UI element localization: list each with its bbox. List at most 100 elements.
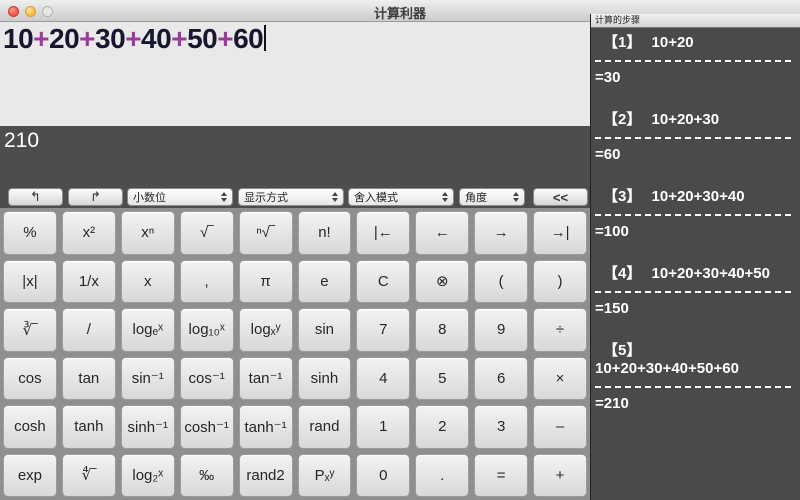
step-result: =210 [595, 395, 794, 413]
keypad-button[interactable]: sinh [298, 357, 352, 401]
keypad-button[interactable]: 7 [356, 308, 410, 352]
keypad-button[interactable]: 2 [415, 405, 469, 449]
keypad-button[interactable]: tanh [62, 405, 116, 449]
step-expression: 【5】 10+20+30+40+50+60 [595, 342, 794, 378]
keypad-button[interactable]: tanh⁻¹ [239, 405, 293, 449]
keypad-button[interactable]: e [298, 260, 352, 304]
expression-operator: + [125, 23, 141, 54]
keypad-button[interactable]: ( [474, 260, 528, 304]
popup-stepper-icon [221, 192, 227, 202]
redo-button[interactable]: ↱ [68, 188, 123, 206]
angle-unit-popup[interactable]: 角度 [459, 188, 525, 206]
step-item: 【1】 10+20=30 [595, 34, 794, 87]
keypad-button[interactable]: cos⁻¹ [180, 357, 234, 401]
rounding-mode-popup[interactable]: 舍入模式 [348, 188, 454, 206]
keypad-button[interactable]: – [533, 405, 587, 449]
keypad-button[interactable]: log₁₀ˣ [180, 308, 234, 352]
keypad-button[interactable]: 9 [474, 308, 528, 352]
collapse-drawer-button[interactable]: << [533, 188, 588, 206]
keypad-button[interactable]: x [121, 260, 175, 304]
keypad-button[interactable]: , [180, 260, 234, 304]
keypad-button[interactable]: 1/x [62, 260, 116, 304]
keypad-button[interactable]: 8 [415, 308, 469, 352]
keypad-button[interactable]: = [474, 454, 528, 498]
keypad-button[interactable]: cosh⁻¹ [180, 405, 234, 449]
decimal-places-popup[interactable]: 小数位 [127, 188, 233, 206]
keypad-button[interactable]: tan [62, 357, 116, 401]
expression-number: 50 [187, 23, 217, 54]
expression-operator: + [33, 23, 49, 54]
step-expression-text: 10+20 [652, 34, 694, 51]
keypad-button[interactable]: logₑˣ [121, 308, 175, 352]
keypad-button[interactable]: log₂ˣ [121, 454, 175, 498]
keypad-button[interactable]: C [356, 260, 410, 304]
step-index: 【1】 [603, 34, 641, 51]
steps-panel-title: 计算的步骤 [591, 14, 800, 28]
keypad-button[interactable]: ← [415, 211, 469, 255]
step-result: =60 [595, 146, 794, 164]
keypad-button[interactable]: . [415, 454, 469, 498]
keypad-button[interactable]: xⁿ [121, 211, 175, 255]
keypad-button[interactable]: √‾ [180, 211, 234, 255]
display-mode-popup[interactable]: 显示方式 [238, 188, 344, 206]
keypad-button[interactable]: → [474, 211, 528, 255]
keypad-button[interactable]: cos [3, 357, 57, 401]
keypad-button[interactable]: ⊗ [415, 260, 469, 304]
step-expression: 【2】 10+20+30 [595, 111, 794, 129]
keypad-button[interactable]: ∛‾ [3, 308, 57, 352]
keypad-button[interactable]: x² [62, 211, 116, 255]
keypad-button[interactable]: π [239, 260, 293, 304]
keypad-button[interactable]: sin⁻¹ [121, 357, 175, 401]
keypad-button[interactable]: Pₓʸ [298, 454, 352, 498]
step-expression: 【3】 10+20+30+40 [595, 188, 794, 206]
keypad-button[interactable]: 3 [474, 405, 528, 449]
keypad-button[interactable]: 1 [356, 405, 410, 449]
step-separator [595, 60, 791, 62]
keypad-button[interactable]: ∜‾ [62, 454, 116, 498]
expression-number: 40 [141, 23, 171, 54]
text-cursor [264, 25, 266, 51]
keypad-button[interactable]: sin [298, 308, 352, 352]
keypad-button[interactable]: 0 [356, 454, 410, 498]
expression-operator: + [217, 23, 233, 54]
keypad-button[interactable]: n! [298, 211, 352, 255]
popup-stepper-icon [442, 192, 448, 202]
popup-stepper-icon [332, 192, 338, 202]
step-index: 【2】 [603, 111, 641, 128]
keypad-button[interactable]: ⁿ√‾ [239, 211, 293, 255]
keypad-button[interactable]: rand2 [239, 454, 293, 498]
keypad-button[interactable]: rand [298, 405, 352, 449]
keypad-button[interactable]: logₓʸ [239, 308, 293, 352]
keypad-button[interactable]: |← [356, 211, 410, 255]
keypad-button[interactable]: ) [533, 260, 587, 304]
keypad-button[interactable]: ‰ [180, 454, 234, 498]
undo-button[interactable]: ↰ [8, 188, 63, 206]
keypad-button[interactable]: 4 [356, 357, 410, 401]
keypad-button[interactable]: |x| [3, 260, 57, 304]
keypad-button[interactable]: tan⁻¹ [239, 357, 293, 401]
keypad-button[interactable]: 5 [415, 357, 469, 401]
step-item: 【3】 10+20+30+40=100 [595, 188, 794, 241]
keypad-button[interactable]: % [3, 211, 57, 255]
steps-panel: 计算的步骤 【1】 10+20=30 【2】 10+20+30 =60 【3】 10+… [590, 14, 800, 500]
step-item: 【2】 10+20+30 =60 [595, 111, 794, 164]
keypad-button[interactable]: × [533, 357, 587, 401]
steps-list: 【1】 10+20=30 【2】 10+20+30 =60 【3】 10+20+30+… [591, 28, 800, 413]
keypad-button[interactable]: →| [533, 211, 587, 255]
keypad-button[interactable]: / [62, 308, 116, 352]
expression-number: 10 [3, 23, 33, 54]
step-expression: 【1】 10+20 [595, 34, 794, 52]
keypad-button[interactable]: cosh [3, 405, 57, 449]
step-separator [595, 214, 791, 216]
popup-stepper-icon [513, 192, 519, 202]
keypad-button[interactable]: exp [3, 454, 57, 498]
popup-label: 舍入模式 [354, 189, 438, 205]
keypad-button[interactable]: sinh⁻¹ [121, 405, 175, 449]
keypad-button[interactable]: + [533, 454, 587, 498]
step-expression-text: 10+20+30 [652, 111, 720, 128]
expression-area[interactable]: 10+20+30+40+50+60 [0, 22, 590, 126]
collapse-drawer-label: << [553, 190, 568, 205]
keypad-button[interactable]: ÷ [533, 308, 587, 352]
popup-label: 小数位 [133, 189, 217, 205]
keypad-button[interactable]: 6 [474, 357, 528, 401]
